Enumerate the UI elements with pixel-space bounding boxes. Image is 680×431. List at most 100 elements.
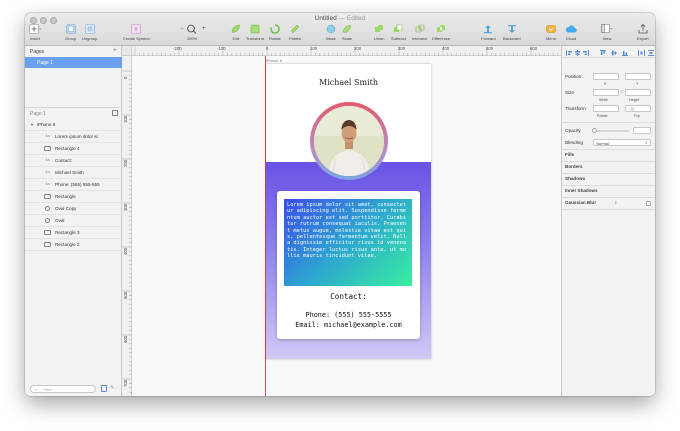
align-bottom-icon [622, 55, 628, 56]
rotate-field[interactable] [593, 105, 619, 112]
oval-layer-icon [45, 218, 50, 223]
view-button[interactable]: View [601, 24, 613, 41]
ruler-label: 100 [123, 115, 128, 123]
inner-shadows-section[interactable]: Inner Shadows [565, 188, 598, 193]
blending-label: Blending [565, 140, 583, 145]
layer-oval-copy[interactable]: Oval Copy [25, 203, 122, 215]
lorem-text-block[interactable]: Lorem ipsum dolor sit amet, consectetur … [284, 199, 412, 286]
scale-button[interactable]: Scale [342, 24, 352, 41]
subtract-button[interactable]: Subtract [391, 24, 406, 41]
transform-button[interactable]: Transform [246, 24, 264, 41]
ruler-label: -200 [173, 46, 182, 51]
flatten-label: Flatten [289, 36, 302, 41]
cloud-button[interactable]: Cloud [565, 24, 577, 41]
y-field[interactable] [625, 73, 651, 80]
divider [562, 149, 655, 150]
mirror-button[interactable]: Mirror [546, 24, 556, 41]
ruler-label: 500 [123, 291, 128, 299]
ruler-label: 0 [266, 46, 269, 51]
chevron-updown-icon[interactable]: ⇕ [614, 200, 617, 205]
mask-button[interactable]: Mask [326, 24, 336, 41]
ruler-ticks [122, 70, 132, 393]
collapse-icon[interactable] [112, 110, 118, 116]
width-field[interactable] [593, 89, 619, 96]
text-layer-icon: Aa [45, 170, 50, 174]
difference-button[interactable]: Difference [432, 24, 450, 41]
subtract-icon [394, 24, 403, 32]
phone-text[interactable]: Phone: (555) 555-5555 [277, 311, 420, 319]
blending-select[interactable]: Normal ⇕ [593, 139, 651, 146]
intersect-button[interactable]: Intersect [412, 24, 427, 41]
layer-rectangle-2[interactable]: Rectangle 2 [25, 239, 122, 251]
add-page-icon[interactable]: + [113, 47, 117, 54]
rotate-label: Rotate [269, 36, 281, 41]
forward-button[interactable]: Forward [481, 24, 496, 41]
rotate-button[interactable]: Rotate [269, 24, 281, 41]
ruler-label: 0 [123, 76, 128, 79]
profile-name[interactable]: Michael Smith [266, 78, 431, 87]
artboard-title[interactable]: iPhone 8 [266, 58, 282, 63]
layer-rectangle-4[interactable]: Rectangle 4 [25, 143, 122, 155]
layer-oval[interactable]: Oval [25, 215, 122, 227]
zoom-in-button[interactable]: + [202, 26, 206, 32]
export-button[interactable]: Export [637, 24, 649, 41]
divider [562, 197, 655, 198]
edit-label: Edit [232, 36, 240, 41]
flip-control[interactable]: ◁▷ [625, 105, 651, 112]
ungroup-button[interactable]: Ungroup [82, 24, 97, 41]
rectangle-layer-icon [44, 230, 51, 235]
layer-lorem-text[interactable]: Aa Lorem ipsum dolor si [25, 131, 122, 143]
flatten-button[interactable]: Flatten [289, 24, 301, 41]
layer-filter-input[interactable]: ⌕ Filter [30, 385, 96, 393]
align-top-icon [600, 50, 606, 51]
opacity-slider-handle[interactable] [592, 128, 597, 133]
flip-horizontal-icon[interactable]: ◁▷ [629, 106, 635, 111]
fills-section[interactable]: Fills [565, 152, 574, 157]
layer-phone-text[interactable]: Aa Phone: (555) 555-555 [25, 179, 122, 191]
layer-label: Rectangle 2 [55, 242, 80, 247]
layer-rectangle[interactable]: Rectangle [25, 191, 122, 203]
opacity-slider[interactable] [592, 128, 629, 133]
symbols-filter-icon[interactable] [101, 385, 107, 392]
layer-artboard[interactable]: ▼ iPhone 8 [25, 119, 122, 131]
union-button[interactable]: Union [374, 24, 384, 41]
zoom-out-button[interactable]: − [180, 26, 184, 32]
canvas[interactable]: -200 -100 0 100 200 300 400 500 600 0 10… [122, 46, 561, 396]
height-field[interactable] [625, 89, 651, 96]
layers-panel: Pages + Page 1 Page 1 ▼ iPhone 8 Aa Lore… [25, 46, 122, 396]
view-icon [601, 24, 613, 33]
backward-button[interactable]: Backward [503, 24, 521, 41]
insert-button[interactable]: Insert [29, 24, 41, 41]
group-button[interactable]: Group [65, 24, 76, 41]
layer-label: Michael Smith [55, 170, 84, 175]
avatar[interactable] [314, 106, 384, 176]
lock-ratio-icon[interactable]: ⊂ [620, 89, 624, 95]
layer-name-text[interactable]: Aa Michael Smith [25, 167, 122, 179]
shadows-section[interactable]: Shadows [565, 176, 585, 181]
zoom-level: 100% [186, 36, 198, 41]
export-label: Export [637, 36, 649, 41]
ruler-corner [122, 46, 132, 56]
layer-contact-text[interactable]: Aa Contact: [25, 155, 122, 167]
contact-heading[interactable]: Contact: [277, 292, 420, 301]
edit-filter-icon[interactable]: ✎ [110, 385, 114, 391]
artboard-iphone-8[interactable]: Michael Smith Lorem ipsum dolor sit amet… [266, 64, 431, 359]
email-text[interactable]: Email: michael@example.com [277, 321, 420, 329]
opacity-field[interactable] [633, 127, 651, 134]
gaussian-blur-section[interactable]: Gaussian Blur [565, 200, 596, 205]
disclosure-triangle-icon[interactable]: ▼ [30, 122, 34, 127]
edit-button[interactable]: Edit [231, 24, 241, 41]
plus-icon [29, 24, 41, 34]
borders-section[interactable]: Borders [565, 164, 583, 169]
layer-rectangle-3[interactable]: Rectangle 3 [25, 227, 122, 239]
subtract-label: Subtract [391, 36, 406, 41]
x-field[interactable] [593, 73, 619, 80]
page-item-page-1[interactable]: Page 1 [25, 57, 122, 68]
current-page-label: Page 1 [30, 111, 46, 117]
avatar-ring[interactable] [310, 102, 388, 180]
contact-card[interactable]: Lorem ipsum dolor sit amet, consectetur … [277, 191, 420, 339]
ruler-label: 500 [486, 46, 494, 51]
create-symbol-button[interactable]: Create Symbol [123, 24, 149, 41]
ungroup-label: Ungroup [82, 36, 98, 41]
blur-checkbox[interactable] [646, 201, 651, 206]
